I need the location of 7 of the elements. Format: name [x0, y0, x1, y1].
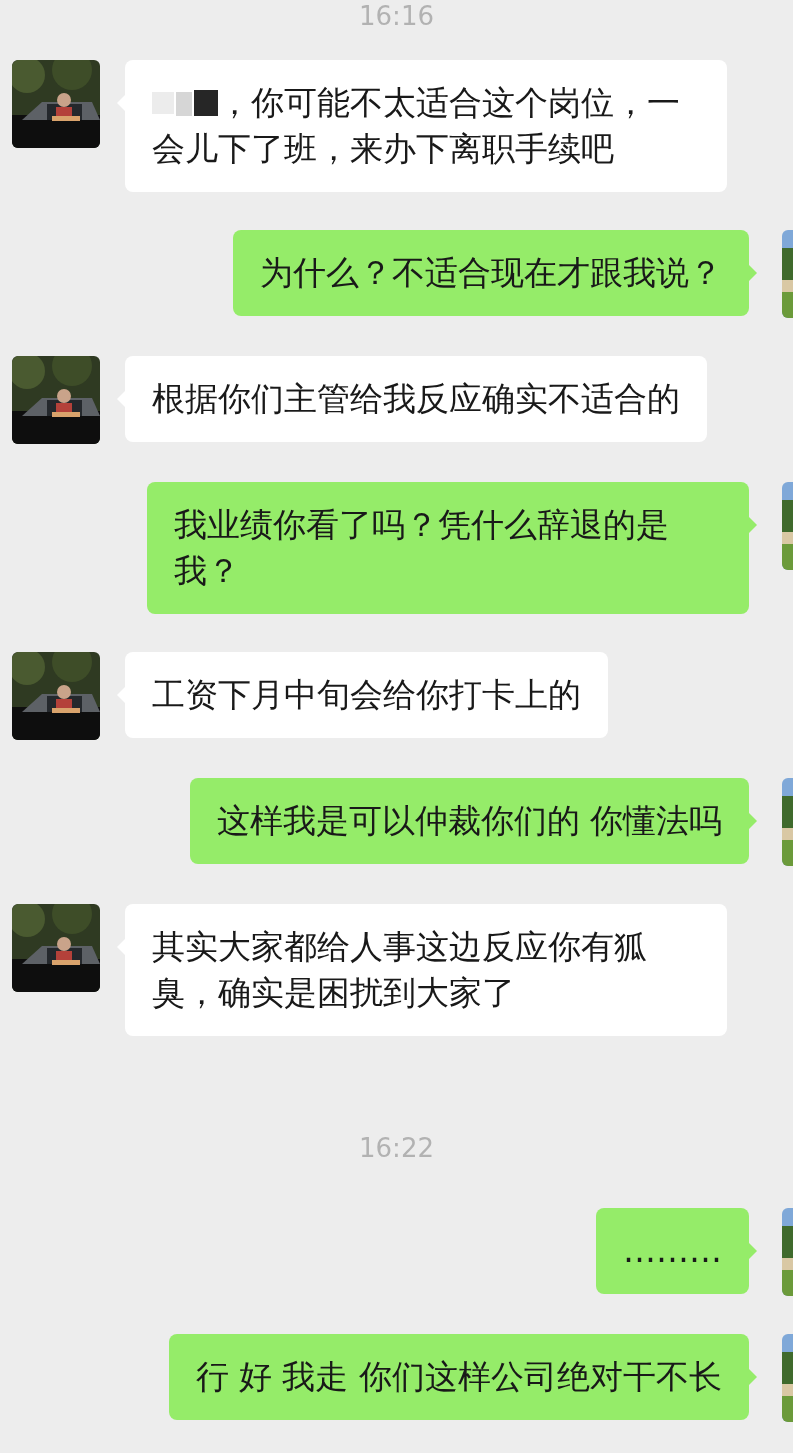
bubble-tail-icon [749, 265, 757, 281]
bubble-tail-icon [749, 813, 757, 829]
bubble-tail-icon [749, 1243, 757, 1259]
bubble-tail-icon [749, 517, 757, 533]
timestamp: 16:22 [359, 1132, 434, 1164]
timestamp: 16:16 [359, 0, 434, 32]
bubble-tail-icon [749, 1369, 757, 1385]
